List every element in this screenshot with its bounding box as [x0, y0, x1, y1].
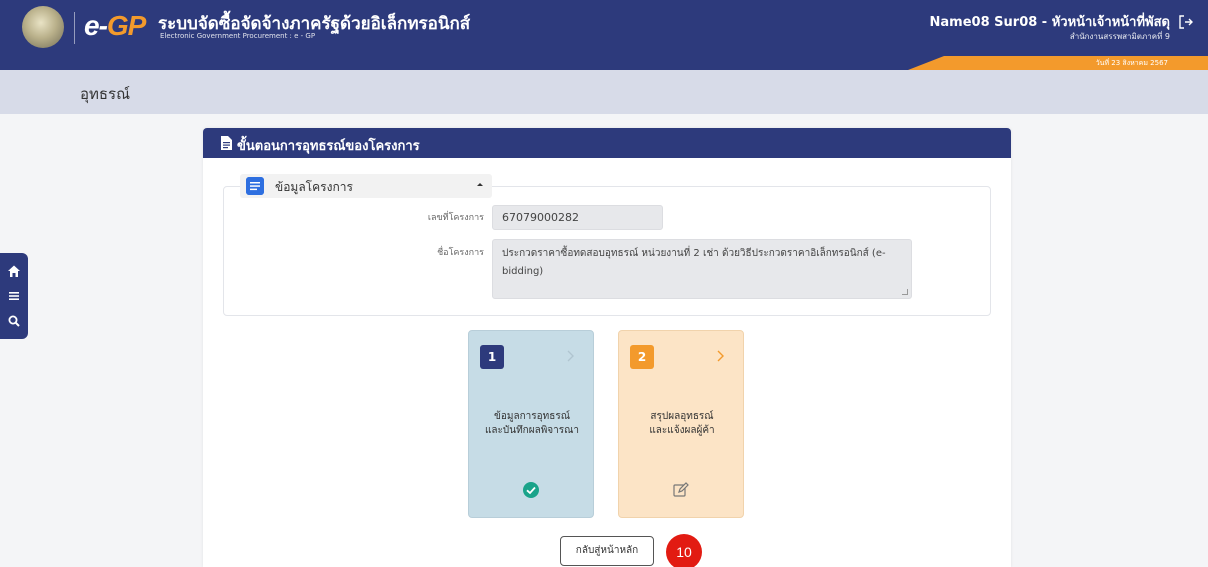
menu-icon[interactable] — [7, 289, 21, 303]
panel-header: ขั้นตอนการอุทธรณ์ของโครงการ — [203, 128, 1011, 158]
logout-icon[interactable] — [1178, 14, 1194, 30]
step-2-caption-line1: สรุปผลอุทธรณ์ — [650, 411, 714, 422]
step-number-1: 1 — [480, 345, 504, 369]
project-no-label: เลขที่โครงการ — [427, 213, 484, 223]
chevron-right-icon — [717, 350, 724, 362]
page-title: อุทธรณ์ — [80, 85, 131, 103]
garuda-seal-logo — [22, 6, 64, 48]
back-to-main-button[interactable]: กลับสู่หน้าหลัก — [560, 536, 654, 566]
header-divider — [74, 12, 75, 44]
step-1-caption-line1: ข้อมูลการอุทธรณ์ — [494, 411, 570, 422]
step-card-1[interactable]: 1 ข้อมูลการอุทธรณ์ และบันทึกผลพิจารณา — [468, 330, 594, 518]
brand-gp: GP — [106, 10, 146, 41]
check-circle-icon — [523, 482, 539, 498]
header-stripe: วันที่ 23 สิงหาคม 2567 — [0, 56, 1208, 70]
side-quick-menu — [0, 253, 28, 339]
project-info-label: ข้อมูลโครงการ — [275, 180, 353, 194]
brand-e: e- — [84, 10, 108, 41]
edit-icon[interactable] — [672, 481, 690, 499]
chevron-right-icon — [567, 350, 574, 362]
page-title-bar: อุทธรณ์ — [0, 70, 1208, 114]
annotation-badge: 10 — [666, 534, 702, 567]
user-name: Name08 Sur08 - หัวหน้าเจ้าหน้าที่พัสดุ — [929, 15, 1170, 30]
list-icon — [246, 177, 264, 195]
system-subtitle: Electronic Government Procurement : e - … — [160, 32, 316, 40]
step-2-caption-line2: และแจ้งผลผู้ค้า — [649, 425, 715, 436]
project-info-card: เลขที่โครงการ 67079000282 ชื่อโครงการ ปร… — [223, 186, 991, 316]
home-icon[interactable] — [7, 264, 21, 278]
top-header: e-GP ระบบจัดซื้อจัดจ้างภาครัฐด้วยอิเล็กท… — [0, 0, 1208, 56]
panel-title: ขั้นตอนการอุทธรณ์ของโครงการ — [237, 139, 420, 154]
appeal-steps-panel: ขั้นตอนการอุทธรณ์ของโครงการ เลขที่โครงกา… — [203, 128, 1011, 567]
egp-logo: e-GP — [84, 10, 146, 42]
project-name-text: ประกวดราคาซื้อทดสอบอุทธรณ์ หน่วยงานที่ 2… — [502, 248, 886, 277]
current-date: วันที่ 23 สิงหาคม 2567 — [1095, 59, 1168, 67]
project-name-label: ชื่อโครงการ — [437, 248, 484, 258]
document-icon — [221, 136, 232, 150]
user-org: สำนักงานสรรพสามิตภาคที่ 9 — [1069, 32, 1170, 41]
step-number-2: 2 — [630, 345, 654, 369]
caret-up-icon — [477, 183, 483, 186]
search-icon[interactable] — [7, 314, 21, 328]
step-card-2[interactable]: 2 สรุปผลอุทธรณ์ และแจ้งผลผู้ค้า — [618, 330, 744, 518]
project-no-field[interactable]: 67079000282 — [492, 205, 663, 230]
step-1-caption-line2: และบันทึกผลพิจารณา — [484, 425, 580, 436]
project-name-field[interactable]: ประกวดราคาซื้อทดสอบอุทธรณ์ หน่วยงานที่ 2… — [492, 239, 912, 299]
resize-grip-icon[interactable] — [902, 289, 908, 295]
project-info-toggle[interactable]: ข้อมูลโครงการ — [240, 174, 492, 198]
